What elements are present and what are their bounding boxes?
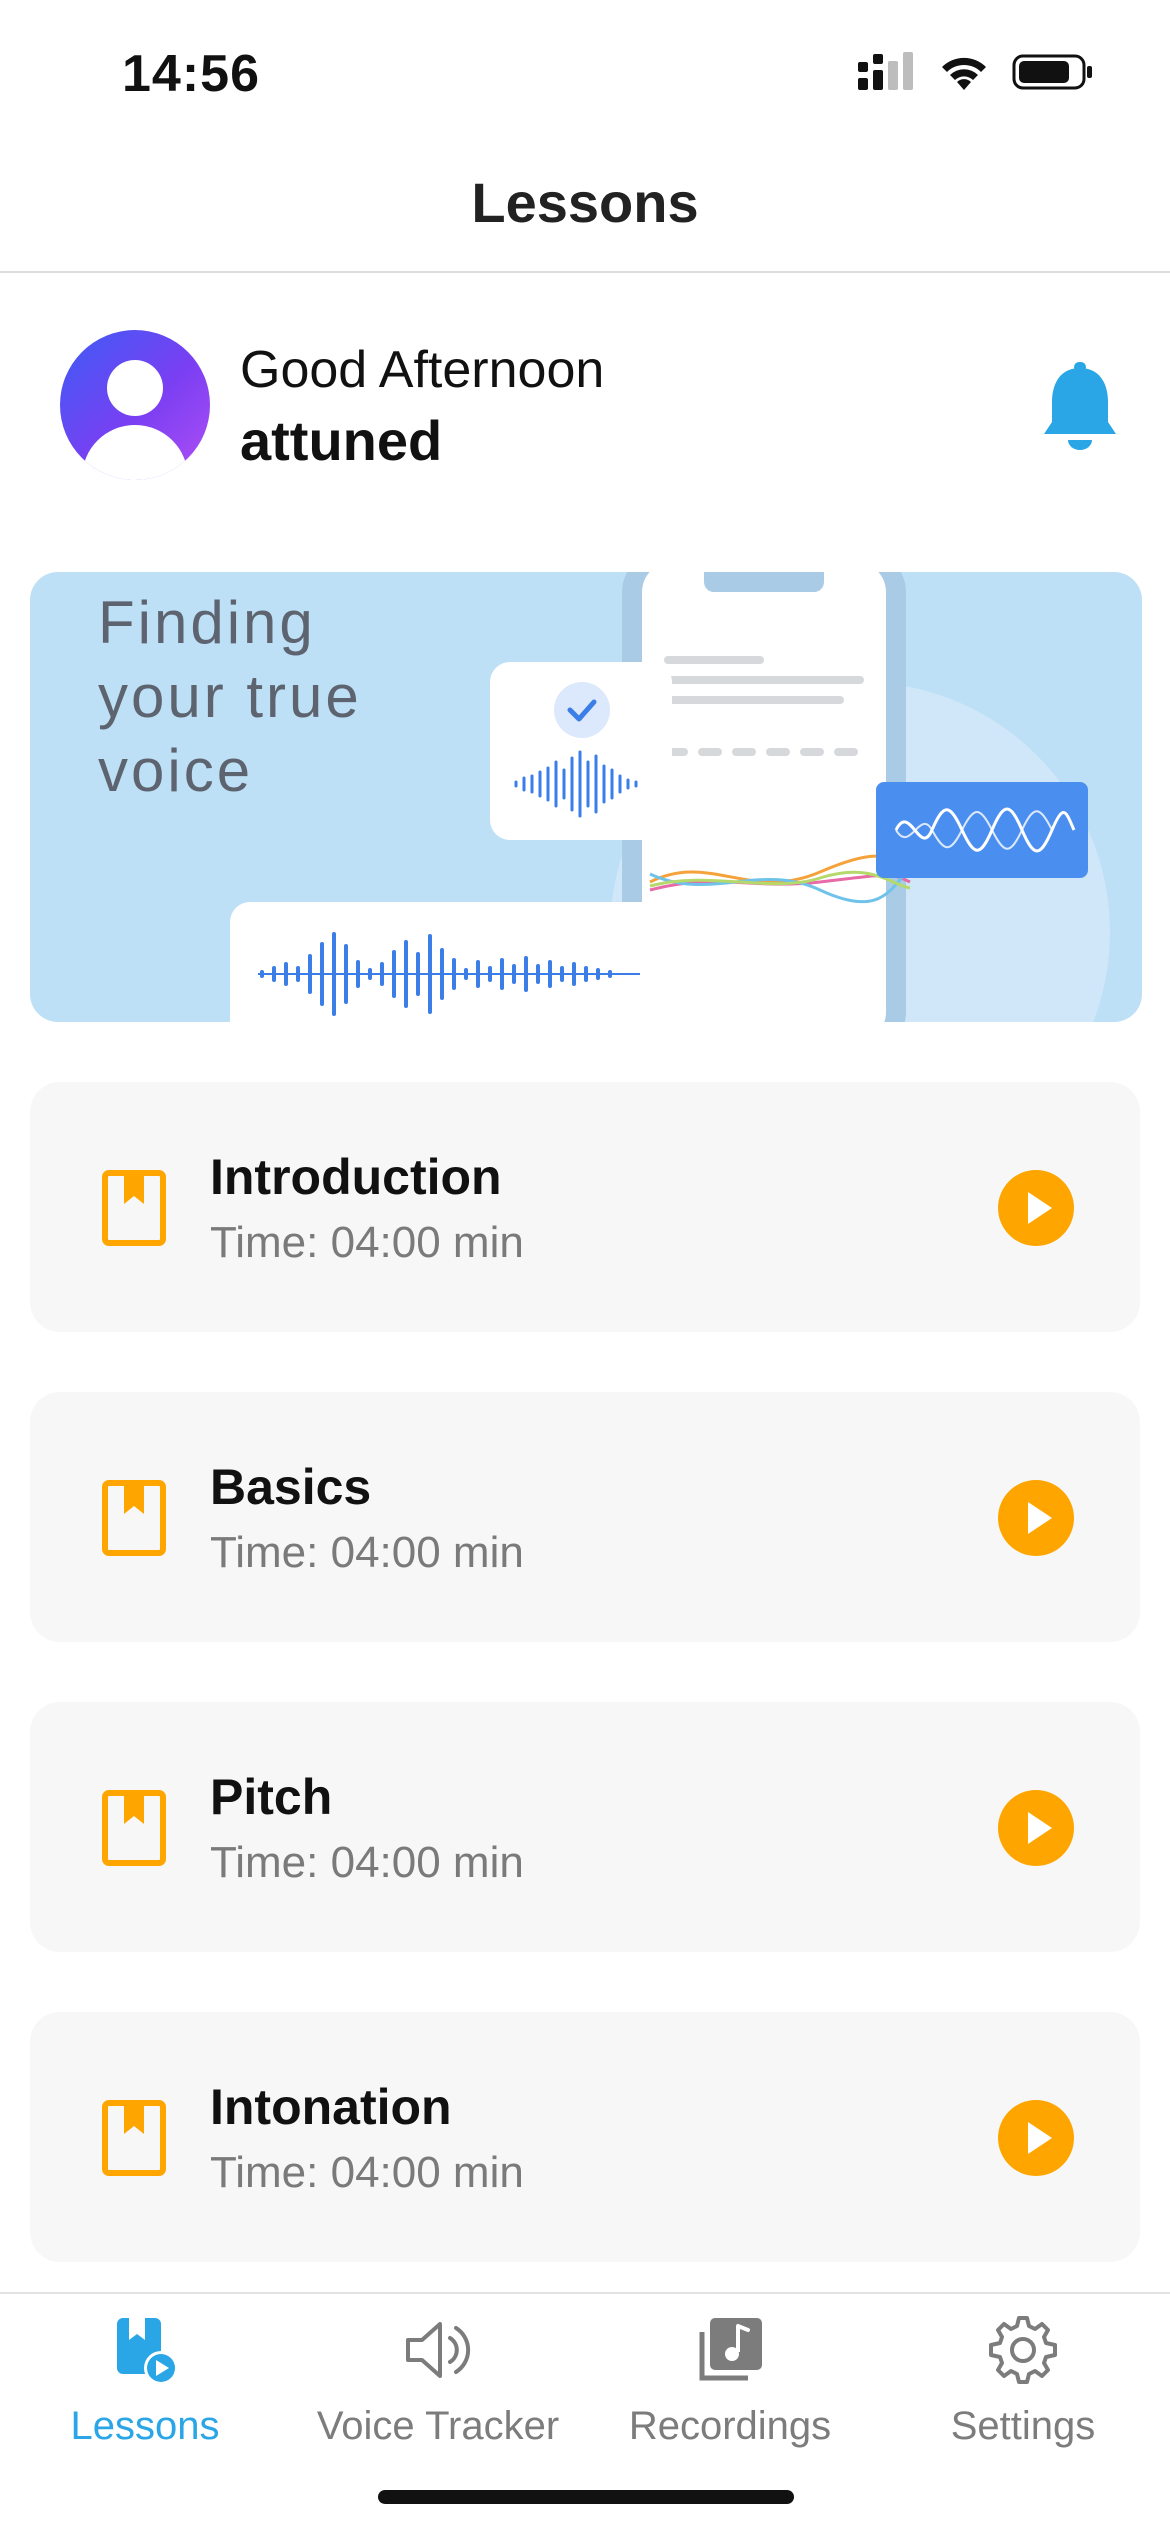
tab-voice-tracker[interactable]: Voice Tracker xyxy=(288,2304,588,2454)
lesson-title: Intonation xyxy=(210,2079,452,2135)
avatar-body-shape xyxy=(82,425,188,480)
bell-icon[interactable] xyxy=(1040,362,1120,452)
status-bar: 14:56 xyxy=(0,0,1170,150)
bookmark-book-icon xyxy=(102,1790,166,1866)
tab-lessons[interactable]: Lessons xyxy=(0,2304,295,2454)
lesson-duration: Time: 04:00 min xyxy=(210,1528,524,1577)
lesson-duration: Time: 04:00 min xyxy=(210,1838,524,1887)
cellular-signal-icon xyxy=(858,52,913,90)
status-time: 14:56 xyxy=(122,45,260,103)
play-button[interactable] xyxy=(998,1480,1074,1556)
home-indicator xyxy=(378,2490,794,2504)
banner-line-3: voice xyxy=(98,737,254,804)
nav-bar: Lessons xyxy=(0,150,1170,273)
play-button[interactable] xyxy=(998,2100,1074,2176)
speaker-icon xyxy=(406,2322,471,2378)
greeting-text: Good Afternoon xyxy=(240,341,605,399)
lesson-title: Introduction xyxy=(210,1149,502,1205)
bookmark-book-icon xyxy=(102,1480,166,1556)
avatar[interactable] xyxy=(60,330,210,480)
wifi-icon xyxy=(942,57,986,90)
lesson-duration: Time: 04:00 min xyxy=(210,1218,524,1267)
lessons-icon xyxy=(117,2318,178,2385)
lesson-duration: Time: 04:00 min xyxy=(210,2148,524,2197)
tab-label: Lessons xyxy=(70,2404,220,2448)
lesson-card-pitch[interactable]: Pitch Time: 04:00 min xyxy=(30,1702,1140,1952)
banner-line-2: your true xyxy=(98,663,362,730)
lesson-card-basics[interactable]: Basics Time: 04:00 min xyxy=(30,1392,1140,1642)
lesson-title: Basics xyxy=(210,1459,372,1515)
promo-banner[interactable]: Finding your true voice xyxy=(30,572,1142,1022)
user-name: attuned xyxy=(240,409,443,472)
bookmark-book-icon xyxy=(102,2100,166,2176)
tab-label: Recordings xyxy=(628,2404,832,2448)
play-button[interactable] xyxy=(998,1790,1074,1866)
gear-icon xyxy=(989,2316,1057,2384)
music-library-icon xyxy=(699,2318,762,2381)
tab-label: Settings xyxy=(950,2404,1096,2448)
lesson-card-intonation[interactable]: Intonation Time: 04:00 min xyxy=(30,2012,1140,2262)
bookmark-book-icon xyxy=(102,1170,166,1246)
banner-headline: Finding your true voice xyxy=(98,586,362,808)
page-title: Lessons xyxy=(471,171,699,234)
tab-recordings[interactable]: Recordings xyxy=(580,2304,880,2454)
lesson-title: Pitch xyxy=(210,1769,333,1825)
battery-icon xyxy=(1012,54,1092,90)
play-button[interactable] xyxy=(998,1170,1074,1246)
avatar-head-shape xyxy=(107,360,163,416)
banner-line-1: Finding xyxy=(98,589,316,656)
greeting-header: Good Afternoon attuned xyxy=(60,330,1120,480)
lesson-card-introduction[interactable]: Introduction Time: 04:00 min xyxy=(30,1082,1140,1332)
status-icons xyxy=(858,52,1094,92)
tab-label: Voice Tracker xyxy=(316,2404,560,2448)
tab-settings[interactable]: Settings xyxy=(873,2304,1170,2454)
